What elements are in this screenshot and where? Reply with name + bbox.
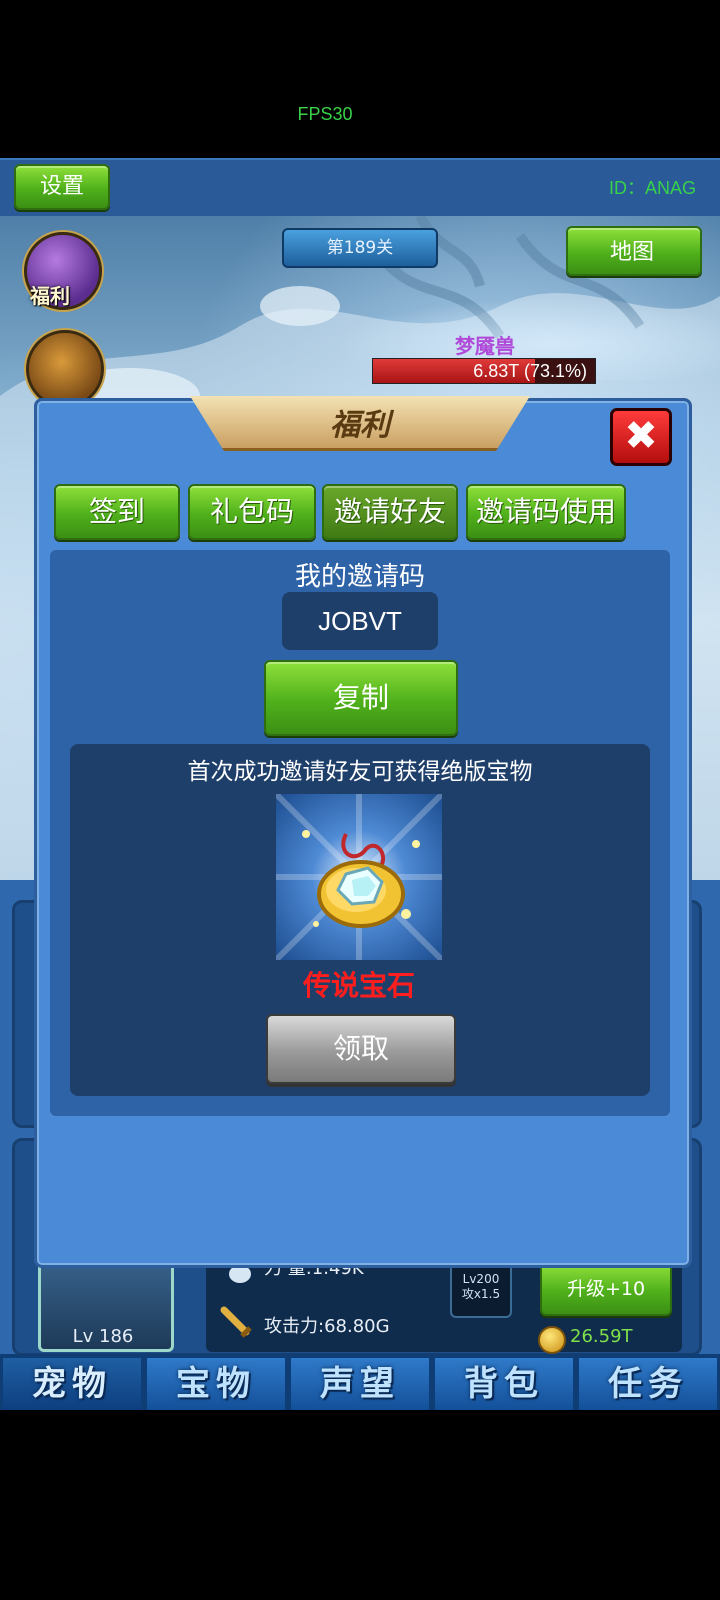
chest-icon[interactable]: [26, 330, 104, 408]
bottom-nav: 宠物 宝物 声望 背包 任务: [0, 1354, 720, 1410]
tab-quests[interactable]: 任务: [579, 1358, 717, 1410]
copy-button[interactable]: 复制: [264, 660, 458, 736]
upgrade-button[interactable]: 升级+10: [540, 1262, 672, 1316]
welfare-label: 福利: [30, 284, 70, 308]
pet-level: Lv 186: [72, 1326, 134, 1347]
my-invite-code-title: 我的邀请码: [294, 562, 425, 592]
tab-gift-code[interactable]: 礼包码: [188, 484, 316, 540]
map-button[interactable]: 地图: [566, 226, 702, 276]
fps-counter: FPS30: [297, 104, 353, 124]
tab-backpack[interactable]: 背包: [435, 1358, 573, 1410]
settings-button[interactable]: 设置: [14, 164, 110, 210]
badge-level: Lv200: [462, 1272, 500, 1286]
reward-item-name: 传说宝石: [302, 969, 415, 1002]
dialog-title: 福利: [330, 408, 390, 443]
claim-button[interactable]: 领取: [266, 1014, 456, 1084]
close-button[interactable]: ✖: [610, 408, 672, 466]
pet-attack: 攻击力:68.80G: [264, 1316, 390, 1337]
boss-name: 梦魇兽: [455, 334, 515, 358]
stage-badge: 第189关: [282, 228, 438, 268]
legendary-gem-icon: [276, 794, 442, 960]
sword-icon: [220, 1306, 252, 1338]
player-id: ID：ANAG: [608, 178, 696, 198]
invite-code-value: JOBVT: [282, 592, 438, 650]
boss-hp-text: 6.83T (73.1%): [473, 361, 587, 381]
badge-bonus: 攻x1.5: [461, 1287, 501, 1301]
reward-description: 首次成功邀请好友可获得绝版宝物: [187, 759, 533, 785]
tab-reputation[interactable]: 声望: [291, 1358, 429, 1410]
tab-invite-friends[interactable]: 邀请好友: [322, 484, 458, 540]
tab-pets[interactable]: 宠物: [3, 1358, 141, 1410]
tab-sign-in[interactable]: 签到: [54, 484, 180, 540]
tab-treasures[interactable]: 宝物: [147, 1358, 285, 1410]
tab-use-invite-code[interactable]: 邀请码使用: [466, 484, 626, 540]
upgrade-cost: 26.59T: [570, 1326, 633, 1347]
coin-icon: [538, 1326, 566, 1354]
boss-hp-bar: 6.83T (73.1%): [372, 358, 596, 384]
